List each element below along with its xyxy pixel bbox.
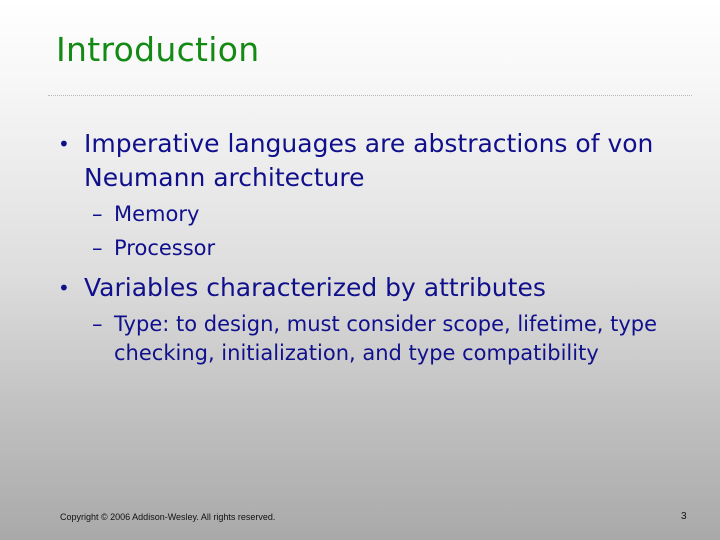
bullet-text: Imperative languages are abstractions of… xyxy=(84,129,654,192)
sub-bullet-text: Processor xyxy=(114,236,216,260)
copyright-footer: Copyright © 2006 Addison-Wesley. All rig… xyxy=(60,512,276,522)
title-divider xyxy=(48,95,692,96)
sub-bullet-text: Memory xyxy=(114,202,200,226)
sub-bullet-marker: – xyxy=(92,236,103,260)
bullet-text: Variables characterized by attributes xyxy=(84,273,546,302)
bullet-marker: • xyxy=(58,132,70,156)
page-number: 3 xyxy=(681,511,687,522)
slide-title: Introduction xyxy=(56,30,260,69)
sub-bullet-text: Type: to design, must consider scope, li… xyxy=(114,312,658,365)
sub-bullet-marker: – xyxy=(92,312,103,336)
bullet-marker: • xyxy=(58,276,70,300)
sub-bullet-marker: – xyxy=(92,202,103,226)
